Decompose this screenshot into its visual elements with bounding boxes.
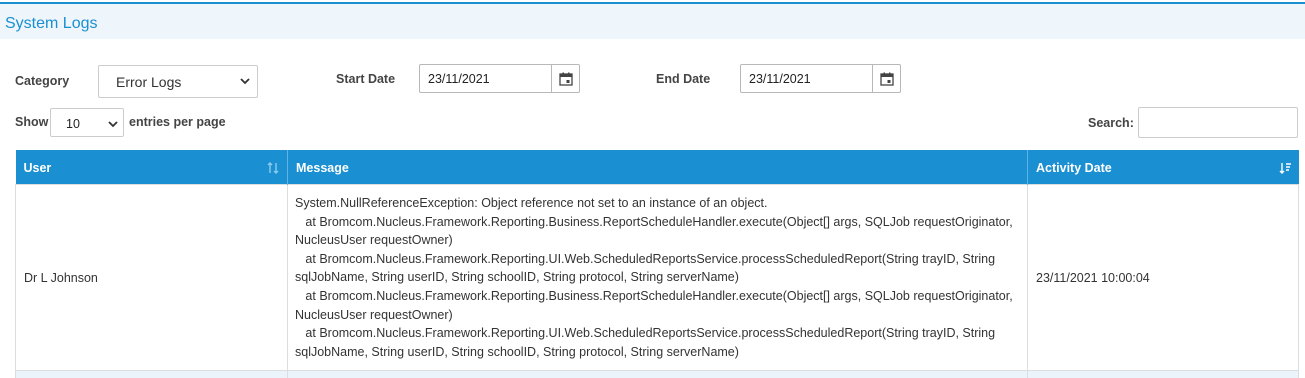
show-label: Show [15, 115, 49, 129]
page-title: System Logs [5, 15, 98, 32]
sort-desc-icon [1279, 163, 1291, 174]
start-date-calendar-button[interactable] [551, 65, 579, 92]
logs-table: User Message Activity Date Dr L Johnson … [15, 150, 1299, 378]
column-header-message[interactable]: Message [287, 150, 1028, 185]
search-label: Search: [1088, 116, 1134, 130]
column-header-message-label: Message [296, 160, 349, 175]
column-header-user-label: User [23, 160, 52, 175]
start-date-label: Start Date [336, 72, 396, 86]
category-select[interactable]: Error Logs [98, 65, 258, 98]
entries-per-page-value: 10 [66, 117, 80, 131]
column-header-user[interactable]: User [15, 150, 288, 185]
entries-per-page-label: entries per page [129, 115, 226, 129]
table-header-row: User Message Activity Date [15, 150, 1299, 185]
end-date-label: End Date [656, 72, 711, 86]
category-select-value: Error Logs [116, 74, 182, 90]
cell-activity-date [1027, 370, 1299, 378]
table-row[interactable]: Dr L Johnson System.NullReferenceExcepti… [15, 183, 1299, 372]
end-date-field[interactable]: 23/11/2021 [740, 64, 901, 93]
sort-icon [267, 162, 279, 174]
column-header-activity-date-label: Activity Date [1036, 160, 1112, 175]
search-input[interactable] [1138, 107, 1298, 138]
title-bar [0, 4, 1305, 39]
start-date-field[interactable]: 23/11/2021 [419, 64, 580, 93]
table-row[interactable] [15, 370, 1299, 378]
cell-user [15, 370, 288, 378]
cell-message: System.NullReferenceException: Object re… [287, 183, 1028, 372]
end-date-value: 23/11/2021 [749, 72, 811, 86]
start-date-value: 23/11/2021 [428, 72, 490, 86]
column-header-activity-date[interactable]: Activity Date [1027, 150, 1299, 185]
calendar-icon [879, 72, 894, 86]
entries-per-page-select[interactable]: 10 [50, 108, 124, 137]
end-date-calendar-button[interactable] [872, 65, 900, 92]
cell-user: Dr L Johnson [15, 183, 288, 372]
category-label: Category [15, 74, 70, 88]
calendar-icon [558, 72, 573, 86]
chevron-down-icon [240, 78, 250, 85]
cell-message [287, 370, 1028, 378]
chevron-down-icon [108, 121, 118, 128]
cell-activity-date: 23/11/2021 10:00:04 [1027, 183, 1299, 372]
